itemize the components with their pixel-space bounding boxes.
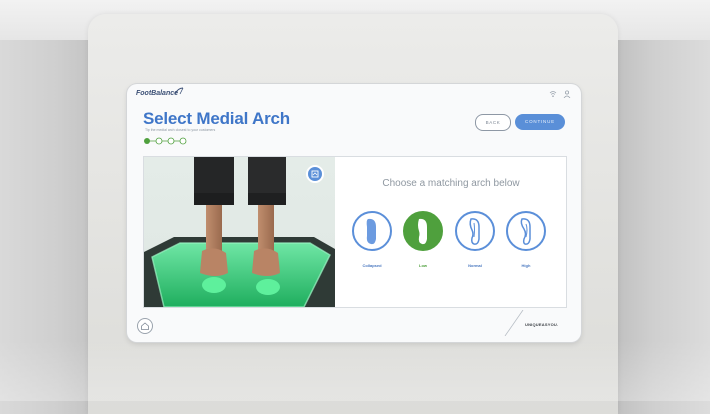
kiosk-screen: FootBalance Select Medial Arch Tip the m…: [127, 84, 581, 342]
home-button[interactable]: [137, 318, 153, 334]
normal-arch-foot-icon: [469, 218, 480, 245]
progress-step-4: [179, 137, 187, 145]
high-arch-foot-icon: [520, 218, 531, 245]
arch-label-collapsed: Collapsed: [362, 263, 382, 268]
user-icon[interactable]: [563, 90, 571, 98]
back-button[interactable]: BACK: [475, 114, 511, 131]
brand-tagline: UNIQUEASYOU.: [525, 322, 559, 327]
kiosk-base: [0, 340, 710, 401]
camera-icon: [311, 170, 319, 178]
camera-button[interactable]: [306, 165, 324, 183]
page-subtitle: Tip the medial arch closest to your cust…: [145, 128, 216, 132]
arch-option-low[interactable]: [403, 211, 443, 251]
choose-arch-prompt: Choose a matching arch below: [382, 178, 520, 189]
progress-step-3: [167, 137, 175, 145]
footer-slash-divider: [504, 310, 524, 336]
footbalance-logo: FootBalance: [136, 90, 179, 97]
progress-step-1: [144, 138, 150, 144]
home-icon: [141, 322, 149, 330]
arch-option-high[interactable]: [506, 211, 546, 251]
low-arch-foot-icon: [418, 218, 427, 245]
foot-scan-photo: [144, 157, 335, 307]
continue-button[interactable]: CONTINUE: [515, 114, 565, 130]
logo-swoosh-icon: [174, 87, 184, 95]
page-title: Select Medial Arch: [143, 109, 290, 128]
progress-step-2: [155, 137, 163, 145]
arch-label-low: Low: [419, 263, 427, 268]
status-bar: [549, 90, 571, 98]
feet-on-scanner-image: [144, 157, 335, 307]
wifi-icon: [549, 91, 557, 97]
arch-option-collapsed[interactable]: [352, 211, 392, 251]
collapsed-arch-foot-icon: [366, 218, 376, 245]
arch-option-normal[interactable]: [455, 211, 495, 251]
arch-selection-panel: Choose a matching arch below Collapsed L…: [143, 156, 567, 308]
arch-label-normal: Normal: [468, 263, 482, 268]
arch-label-high: High: [521, 263, 531, 268]
progress-steps: [144, 137, 187, 145]
